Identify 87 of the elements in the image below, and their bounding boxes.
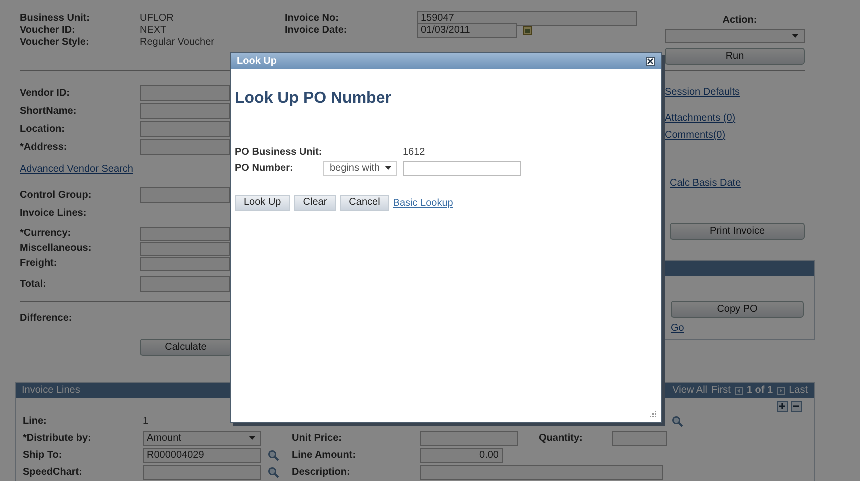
field-label: ShortName: [20,104,78,118]
caret-icon [792,34,799,38]
field-value: Regular Voucher [140,36,216,50]
dialog-title: Look Up [237,54,277,68]
copy-po-button[interactable]: Copy PO [671,301,804,318]
distribute-select[interactable]: Amount [143,430,261,446]
text-field[interactable] [140,139,230,155]
row-counter: 1 of 1 [746,384,774,398]
field-label: Voucher ID: [20,24,76,38]
calc-basis-date-link[interactable]: Calc Basis Date [670,178,742,189]
field-label: Line: [23,414,48,428]
field-label: Invoice Lines: [20,206,88,220]
dialog-heading: Look Up PO Number [235,89,392,109]
field-label: Invoice Date: [285,24,348,38]
field-label: Ship To: [23,448,64,462]
field-value: 1 [143,414,150,428]
field-label: Total: [20,278,48,292]
field-value: UFLOR [140,12,175,26]
text-field[interactable] [140,276,230,292]
text-field[interactable] [140,85,230,101]
action-select[interactable] [665,29,805,43]
add-icon[interactable] [777,401,788,412]
field-label: Location: [20,122,66,136]
text-field[interactable] [140,187,230,203]
field-label: Invoice No: [285,12,340,26]
field-label: Action: [722,14,758,28]
field-label: Control Group: [20,188,93,202]
field-label: PO Business Unit: [235,146,323,160]
text-field[interactable] [140,121,230,137]
field-label: Difference: [20,312,74,326]
dialog-button[interactable]: Look Up [235,195,290,211]
basic-lookup-link[interactable]: Basic Lookup [393,196,454,210]
search-icon[interactable] [268,450,279,460]
field-value: NEXT [140,24,168,38]
field-label: SpeedChart: [23,466,84,480]
page-link[interactable]: Attachments (0) [665,113,736,124]
field-label: Quantity: [538,432,584,446]
advanced-search-link[interactable]: Advanced Vendor Search [20,164,134,175]
text-field[interactable]: R000004029 [143,448,261,462]
text-field[interactable]: 159047 [417,10,637,26]
field-label: Unit Price: [292,432,344,446]
text-field[interactable] [420,430,518,446]
field-label: Business Unit: [20,12,92,26]
field-label: *Currency: [20,227,72,241]
field-label: Voucher Style: [20,36,90,50]
go-link[interactable]: Go [671,323,684,334]
remove-icon[interactable] [791,401,802,412]
search-icon[interactable] [672,416,683,426]
text-field[interactable] [140,256,230,270]
first-link[interactable]: First [712,383,731,398]
text-field[interactable] [140,242,230,256]
run-button[interactable]: Run [665,48,805,65]
print-invoice-button[interactable]: Print Invoice [670,223,805,240]
dialog-button[interactable]: Clear [294,195,336,211]
last-link[interactable]: Last [789,383,808,398]
date-field[interactable]: 01/03/2011 [417,22,517,38]
caret-icon [385,166,392,170]
field-value: 1612 [403,146,426,160]
close-icon[interactable] [646,56,655,66]
text-field[interactable] [612,430,667,446]
previous-icon[interactable] [734,386,743,394]
text-field[interactable] [143,464,261,480]
po-number-input[interactable] [403,160,521,176]
text-field[interactable] [420,464,663,480]
page-link[interactable]: Comments(0) [665,130,726,141]
field-label: Vendor ID: [20,86,72,100]
field-label: Freight: [20,257,58,271]
amount-field[interactable]: 0.00 [420,448,503,462]
field-label: Line Amount: [292,448,358,462]
field-label: PO Number: [235,162,294,176]
operator-select[interactable]: begins with [323,160,397,176]
dialog-button[interactable]: Cancel [340,195,390,211]
search-icon[interactable] [268,466,279,478]
section-title: Invoice Lines [22,384,80,398]
caret-icon [249,436,256,440]
field-label: *Address: [20,140,68,154]
field-label: *Distribute by: [23,432,92,446]
field-label: Description: [292,466,352,480]
field-label: Miscellaneous: [20,242,93,256]
page-link[interactable]: Session Defaults [665,87,740,98]
text-field[interactable] [140,103,230,119]
resize-grip-icon [650,411,657,418]
calculate-button[interactable]: Calculate [140,339,232,356]
next-icon[interactable] [777,386,786,394]
view-all-link[interactable]: View All [672,383,708,398]
calendar-icon[interactable] [523,26,532,34]
text-field[interactable] [140,226,230,240]
